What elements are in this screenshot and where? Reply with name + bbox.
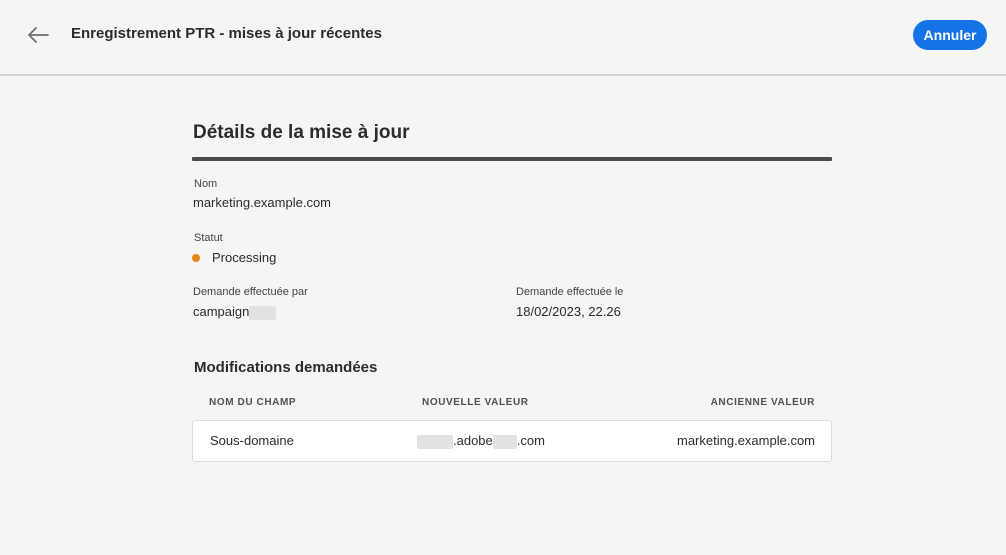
- name-label: Nom: [194, 178, 218, 190]
- back-button[interactable]: [24, 22, 52, 48]
- requested-by-label: Demande effectuée par: [193, 286, 308, 298]
- column-header-old-value: ANCIENNE VALEUR: [710, 397, 815, 408]
- redacted-block: [417, 434, 453, 449]
- column-header-new-value: NOUVELLE VALEUR: [422, 397, 529, 408]
- new-value-suffix: .com: [516, 433, 545, 448]
- requested-on-label: Demande effectuée le: [516, 286, 624, 298]
- column-header-field-name: NOM DU CHAMP: [209, 397, 297, 408]
- page-title: Enregistrement PTR - mises à jour récent…: [71, 25, 382, 42]
- requested-on-value: 18/02/2023, 22.26: [516, 304, 621, 319]
- arrow-left-icon: [28, 27, 49, 43]
- section-divider: [192, 157, 832, 161]
- cancel-button[interactable]: Annuler: [913, 20, 987, 50]
- redacted-block: [492, 434, 517, 449]
- requested-by-value: campaign: [193, 304, 277, 320]
- section-title: Détails de la mise à jour: [193, 122, 410, 143]
- new-value-middle: .adobe: [453, 433, 493, 448]
- changes-title: Modifications demandées: [194, 359, 378, 376]
- cell-field-name: Sous-domaine: [210, 433, 294, 448]
- page-header: Enregistrement PTR - mises à jour récent…: [0, 0, 1006, 76]
- name-value: marketing.example.com: [193, 195, 331, 210]
- app-window: Enregistrement PTR - mises à jour récent…: [0, 0, 1006, 555]
- status-label: Statut: [194, 232, 223, 244]
- cell-old-value: marketing.example.com: [677, 433, 815, 448]
- redacted-block: [249, 305, 277, 320]
- status-value: Processing: [212, 250, 277, 265]
- status-indicator-dot: [192, 254, 200, 262]
- table-row: Sous-domaine .adobe .com marketing.exampl…: [192, 420, 832, 462]
- cell-new-value: .adobe .com: [417, 433, 545, 449]
- requested-by-text: campaign: [193, 304, 250, 319]
